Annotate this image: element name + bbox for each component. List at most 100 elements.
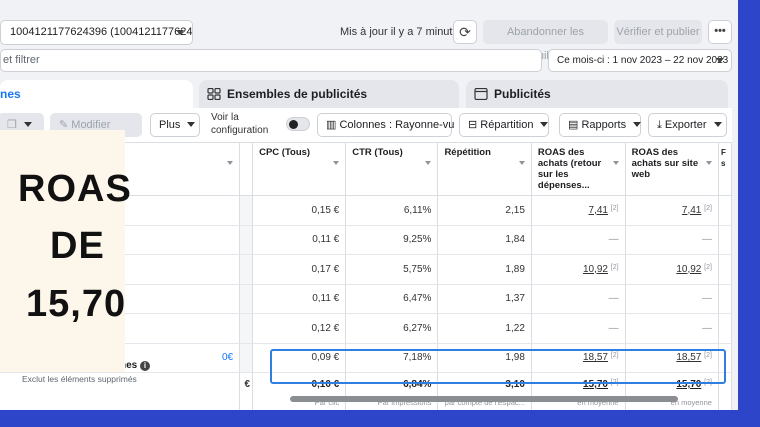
tab-label: Ensembles de publicités	[227, 87, 368, 101]
column-header-ctr[interactable]: CTR (Tous)	[345, 143, 439, 196]
horizontal-scrollbar[interactable]	[290, 396, 678, 402]
header-label: ROAS des achats (retour sur les dépenses…	[537, 147, 602, 191]
chevron-down-icon	[540, 122, 549, 127]
columns-label: Colonnes : Rayonne-vu	[339, 119, 455, 131]
last-updated-text: Mis à jour il y a 7 minutes	[340, 26, 465, 38]
date-range-picker[interactable]: Ce mois-ci : 1 nov 2023 – 22 nov 2023	[548, 49, 732, 72]
column-header-roas-purchases[interactable]: ROAS des achats (retour sur les dépenses…	[531, 143, 626, 196]
tab-ad-sets[interactable]: Ensembles de publicités	[199, 80, 459, 108]
view-config-label: Voir la configuration	[211, 111, 268, 137]
reports-icon: ▤	[568, 119, 582, 131]
column-header-next[interactable]: F s	[718, 143, 733, 196]
export-dropdown[interactable]: ⤓ Exporter	[648, 113, 727, 137]
totals-roas-web-cell: 15,70 [2] en moyenne	[625, 372, 719, 410]
roas-cell: —	[531, 284, 626, 314]
header-label: CTR (Tous)	[352, 147, 403, 158]
more-options-button[interactable]: •••	[708, 20, 732, 44]
roas-cell: —	[531, 225, 626, 255]
roas-web-cell: —	[625, 313, 719, 344]
roas-web-cell: —	[625, 225, 719, 255]
tab-label: nes	[0, 87, 21, 101]
callout-line-1: ROAS	[18, 168, 132, 210]
toggle-knob	[289, 120, 298, 129]
columns-icon: ▥	[326, 119, 340, 131]
view-config-line1: Voir la	[211, 112, 239, 123]
total-value[interactable]: 15,70	[676, 379, 701, 390]
total-value: 0,10 €	[311, 379, 340, 390]
roas-link[interactable]: 7,41	[682, 205, 701, 216]
more-actions-button[interactable]: Plus	[150, 113, 200, 137]
ads-manager-window: 1004121177624396 (1004121177624... Mis à…	[0, 0, 738, 410]
attribution-mark: [2]	[704, 379, 712, 386]
column-header-cpc[interactable]: CPC (Tous)	[252, 143, 347, 196]
refresh-icon: ⟳	[459, 24, 471, 40]
excluded-note: Exclut les éléments supprimés	[22, 374, 137, 384]
more-label: Plus	[159, 119, 181, 131]
roas-web-cell: —	[625, 284, 719, 314]
view-config-toggle[interactable]	[286, 117, 310, 131]
ctr-cell: 6,27%	[345, 313, 439, 344]
sort-icon	[425, 161, 432, 165]
attribution-mark: [2]	[704, 204, 712, 212]
tab-ads[interactable]: Publicités	[466, 80, 728, 108]
date-range-label: Ce mois-ci : 1 nov 2023 – 22 nov 2023	[557, 55, 729, 66]
refresh-button[interactable]: ⟳	[453, 20, 477, 44]
chevron-down-icon	[633, 122, 642, 127]
ctr-cell: 7,18%	[345, 343, 439, 373]
stub-cell	[239, 195, 254, 226]
account-selector[interactable]: 1004121177624396 (1004121177624...	[0, 20, 193, 45]
cpc-cell: 0,17 €	[252, 254, 347, 285]
chevron-down-icon	[23, 122, 32, 127]
roas-link[interactable]: 10,92	[583, 264, 608, 275]
callout-line-3: 15,70	[26, 283, 127, 325]
sort-icon	[612, 161, 619, 165]
roas-link[interactable]: 18,57	[676, 352, 701, 363]
grid-icon	[207, 88, 221, 100]
repetition-cell: 1,98	[437, 343, 532, 373]
columns-dropdown[interactable]: ▥ Colonnes : Rayonne-vu	[317, 113, 470, 137]
discard-drafts-button[interactable]: Abandonner les brouillons	[483, 20, 608, 62]
totals-next-cell	[718, 372, 733, 410]
review-publish-button[interactable]: Vérifier et publier	[614, 20, 702, 44]
column-header-stub	[239, 143, 254, 196]
attribution-mark: [2]	[704, 263, 712, 271]
totals-ctr-cell: 6,84% Par impressions	[345, 372, 439, 410]
stub-cell	[239, 284, 254, 314]
tab-campaigns[interactable]: nes	[0, 80, 193, 110]
repetition-cell: 1,37	[437, 284, 532, 314]
totals-roas-cell: 15,70 [2] en moyenne	[531, 372, 626, 410]
roas-cell: 7,41 [2]	[531, 195, 626, 226]
search-filter-input[interactable]: et filtrer	[0, 49, 542, 72]
header-label: Répétition	[444, 147, 491, 158]
cpc-cell: 0,09 €	[252, 343, 347, 373]
cpc-cell: 0,15 €	[252, 195, 347, 226]
repetition-cell: 2,15	[437, 195, 532, 226]
view-config-line2: configuration	[211, 125, 269, 136]
roas-link[interactable]: 10,92	[676, 264, 701, 275]
roas-link[interactable]: 18,57	[583, 352, 608, 363]
roas-web-cell: 7,41 [2]	[625, 195, 719, 226]
roas-web-cell: 18,57 [2]	[625, 343, 719, 373]
breakdown-icon: ⊟	[468, 119, 481, 131]
stub-cell	[239, 313, 254, 344]
attribution-mark: [2]	[610, 379, 619, 386]
total-value[interactable]: 15,70	[583, 379, 608, 390]
ctr-cell: 6,47%	[345, 284, 439, 314]
reports-dropdown[interactable]: ▤ Rapports	[559, 113, 642, 137]
column-header-roas-website[interactable]: ROAS des achats sur site web	[625, 143, 719, 196]
next-cell	[718, 343, 733, 373]
cpc-cell: 0,12 €	[252, 313, 347, 344]
chevron-down-icon	[187, 122, 196, 127]
chevron-down-icon	[713, 122, 722, 127]
chevron-down-icon	[716, 58, 724, 63]
sort-icon	[518, 161, 525, 165]
roas-link[interactable]: 7,41	[589, 205, 608, 216]
roas-web-cell: 10,92 [2]	[625, 254, 719, 285]
column-header-repetition[interactable]: Répétition	[437, 143, 532, 196]
ctr-cell: 9,25%	[345, 225, 439, 255]
reports-label: Rapports	[581, 119, 627, 131]
next-cell	[718, 284, 733, 314]
next-cell	[718, 195, 733, 226]
breakdown-dropdown[interactable]: ⊟ Répartition	[459, 113, 549, 137]
total-value: 6,84%	[403, 379, 432, 390]
